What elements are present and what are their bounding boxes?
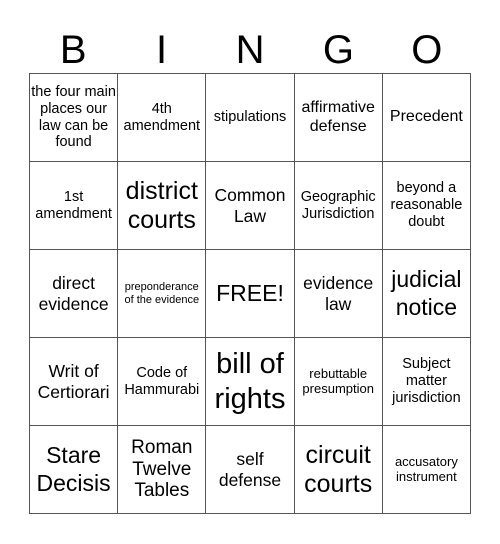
bingo-cell[interactable]: Stare Decisis <box>30 426 119 514</box>
bingo-cell[interactable]: Code of Hammurabi <box>118 338 207 426</box>
bingo-cell[interactable]: judicial notice <box>382 250 471 338</box>
bingo-cell[interactable]: affirmative defense <box>294 74 383 162</box>
bingo-cell[interactable]: district courts <box>118 162 207 250</box>
bingo-cell[interactable]: accusatory instrument <box>382 426 471 514</box>
bingo-cell[interactable]: 1st amendment <box>30 162 119 250</box>
bingo-cell[interactable]: Geographic Jurisdiction <box>294 162 383 250</box>
bingo-cell[interactable]: rebuttable presumption <box>294 338 383 426</box>
bingo-cell[interactable]: stipulations <box>206 74 295 162</box>
bingo-cell[interactable]: Writ of Certiorari <box>30 338 119 426</box>
free-space[interactable]: FREE! <box>206 250 295 338</box>
bingo-cell[interactable]: evidence law <box>294 250 383 338</box>
bingo-cell[interactable]: Roman Twelve Tables <box>118 426 207 514</box>
bingo-cell[interactable]: Common Law <box>206 162 295 250</box>
bingo-header: B I N G O <box>29 28 471 72</box>
bingo-cell[interactable]: bill of rights <box>206 338 295 426</box>
header-letter-i: I <box>156 28 168 72</box>
bingo-cell[interactable]: self defense <box>206 426 295 514</box>
bingo-cell[interactable]: direct evidence <box>30 250 119 338</box>
bingo-cell[interactable]: Precedent <box>382 74 471 162</box>
bingo-grid: the four main places our law can be foun… <box>29 73 471 514</box>
bingo-cell[interactable]: beyond a reasonable doubt <box>382 162 471 250</box>
bingo-cell[interactable]: Subject matter jurisdiction <box>382 338 471 426</box>
header-letter-g: G <box>322 28 354 72</box>
header-letter-o: O <box>411 28 443 72</box>
bingo-cell[interactable]: 4th amendment <box>118 74 207 162</box>
bingo-cell[interactable]: circuit courts <box>294 426 383 514</box>
header-letter-n: N <box>235 28 265 72</box>
bingo-cell[interactable]: the four main places our law can be foun… <box>30 74 119 162</box>
bingo-cell[interactable]: preponderance of the evidence <box>118 250 207 338</box>
header-letter-b: B <box>59 28 87 72</box>
